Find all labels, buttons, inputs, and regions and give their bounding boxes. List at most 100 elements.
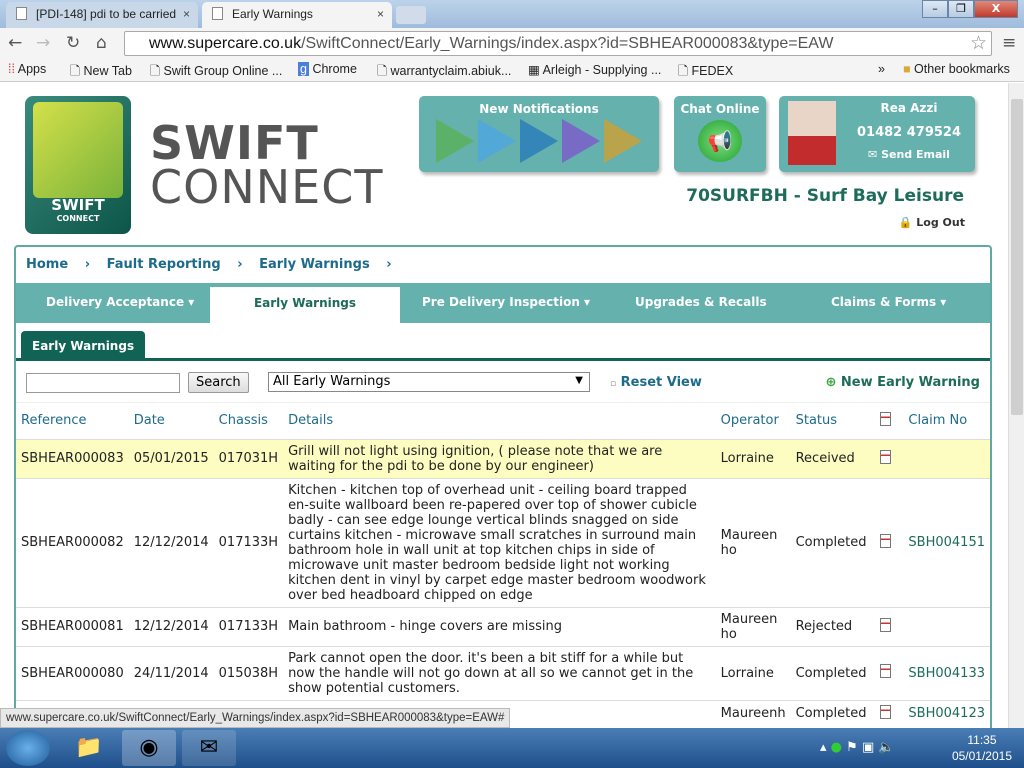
filter-bar: Search All Early Warnings ▼ ▫ Reset View … [16,361,990,403]
reset-view-link[interactable]: ▫ Reset View [610,375,702,390]
cell-status: Completed [790,699,875,727]
table-row[interactable]: SBHEAR000082 12/12/2014 017133H Kitchen - k… [16,477,990,607]
cell-details: Grill will not light using ignition, ( p… [283,438,716,478]
col-date[interactable]: Date [129,403,214,439]
cell-chassis: 017133H [213,606,284,646]
forward-icon[interactable]: → [36,33,50,53]
col-document [875,403,904,439]
laptop-icon[interactable] [478,119,516,163]
search-input[interactable] [26,373,180,393]
document-icon[interactable] [879,617,891,632]
tab-early-warnings[interactable]: Early Warnings × [202,2,392,28]
cell-document[interactable] [874,645,904,700]
bookmark-warrantyclaim[interactable]: 🗋 warrantyclaim.abiuk... [377,62,511,83]
cell-details: Kitchen - kitchen top of overhead unit -… [283,477,716,607]
logout-link[interactable]: 🔒 Log Out [899,216,965,229]
scrollbar-thumb[interactable] [1011,99,1023,415]
document-icon[interactable] [879,449,891,464]
close-tab-icon[interactable]: × [183,7,190,21]
col-status[interactable]: Status [791,403,875,439]
gears-icon[interactable] [562,119,600,163]
col-chassis[interactable]: Chassis [214,403,283,439]
main-panel: Home › Fault Reporting › Early Warnings … [14,245,992,728]
cell-claim-no[interactable] [903,438,990,478]
bookmark-swift-group[interactable]: 🗋 Swift Group Online ... [150,62,282,83]
nav-pre-delivery-inspection[interactable]: Pre Delivery Inspection ▾ [422,295,590,309]
bookmark-other[interactable]: ■ Other bookmarks [903,62,1010,76]
address-bar[interactable]: www.supercare.co.uk/SwiftConnect/Early_W… [124,31,992,56]
cell-document[interactable] [874,477,904,607]
cell-operator: Maureen ho [715,477,791,607]
cell-document[interactable] [874,606,904,646]
table-row[interactable]: SBHEAR000083 05/01/2015 017031H Grill will … [16,438,990,478]
cell-document[interactable] [874,699,904,727]
back-icon[interactable]: ← [8,33,22,53]
truck-icon[interactable] [520,119,558,163]
warning-filter-select[interactable]: All Early Warnings ▼ [268,372,590,392]
maximize-button[interactable]: ❐ [948,0,974,18]
menu-icon[interactable]: ≡ [1002,33,1016,53]
tools-icon[interactable] [604,119,642,163]
home-icon[interactable]: ⌂ [96,33,107,53]
bookmark-fedex[interactable]: 🗋 FEDEX [678,62,733,83]
cell-claim-no[interactable]: SBH004123 [903,699,990,727]
cell-claim-no[interactable] [903,606,990,646]
cell-chassis: 017031H [213,438,284,478]
nav-claims-forms[interactable]: Claims & Forms ▾ [831,295,946,309]
document-icon[interactable] [879,704,891,719]
subtab-early-warnings[interactable]: Early Warnings [21,331,146,361]
col-claim-no[interactable]: Claim No [903,403,990,439]
star-icon[interactable]: ☆ [970,32,987,55]
apps-icon: ⁞⁞ [8,62,18,76]
padlock-icon: 🔒 [898,216,913,229]
close-tab-icon[interactable]: × [377,7,384,21]
cell-claim-no[interactable]: SBH004133 [903,645,990,700]
cell-status: Completed [790,645,875,700]
taskbar-clock[interactable]: 11:35 05/01/2015 [952,732,1012,764]
nav-delivery-acceptance[interactable]: Delivery Acceptance ▾ [46,295,194,309]
explorer-taskbar-icon[interactable]: 📁 [62,730,116,766]
tray-expand-icon: ▴ [820,740,827,755]
page-content: SWIFT CONNECT SWIFT CONNECT New Notificati… [0,83,1008,728]
breadcrumb-early-warnings[interactable]: Early Warnings › [259,257,391,272]
outlook-taskbar-icon[interactable]: ✉ [182,730,236,766]
nav-early-warnings[interactable]: Early Warnings [210,287,400,323]
col-details[interactable]: Details [283,403,716,439]
bookmarks-overflow[interactable]: » [878,62,885,76]
nav-upgrades-recalls[interactable]: Upgrades & Recalls [635,295,767,309]
document-icon[interactable] [879,664,891,678]
reload-icon[interactable]: ↻ [66,33,80,53]
swift-connect-logo[interactable]: SWIFT CONNECT [25,96,131,234]
caravan-icon[interactable] [436,119,474,163]
megaphone-icon: 📢 [698,120,742,162]
system-tray[interactable]: ▴ ● ⚑ ▣ 🔈 [820,740,895,755]
table-row[interactable]: SBHEAR000080 24/11/2014 015038H Park cannot… [16,645,990,700]
chrome-taskbar-icon[interactable]: ◉ [122,730,176,766]
close-window-button[interactable]: X [974,0,1018,18]
cell-operator: Maureen ho [715,606,791,646]
send-email-link[interactable]: ✉ Send Email [849,148,969,161]
start-button[interactable] [6,730,50,766]
search-button[interactable]: Search [188,372,249,393]
page-scrollbar[interactable] [1008,83,1024,728]
cell-claim-no[interactable]: SBH004151 [903,477,990,607]
new-tab-button[interactable] [396,6,426,24]
bookmark-apps[interactable]: ⁞⁞ Apps [8,62,46,76]
cell-operator: Lorraine [715,438,791,478]
bookmark-chrome[interactable]: g Chrome [298,62,357,76]
cell-document[interactable] [874,438,904,478]
browser-toolbar: ← → ↻ ⌂ www.supercare.co.uk/SwiftConnect… [0,28,1024,58]
chat-online-button[interactable]: Chat Online 📢 [674,96,766,172]
document-icon[interactable] [879,533,891,548]
breadcrumb-fault-reporting[interactable]: Fault Reporting › [107,257,243,272]
col-operator[interactable]: Operator [716,403,791,439]
status-bar-url: www.supercare.co.uk/SwiftConnect/Early_W… [0,708,511,728]
breadcrumb-home[interactable]: Home › [26,257,90,272]
tab-pdi[interactable]: [PDI-148] pdi to be carried × [6,2,198,28]
new-early-warning-link[interactable]: ⊕ New Early Warning [825,375,980,390]
bookmark-arleigh[interactable]: ▦ Arleigh - Supplying ... [528,62,661,77]
table-row[interactable]: SBHEAR000081 12/12/2014 017133H Main bathro… [16,606,990,646]
col-reference[interactable]: Reference [16,403,129,439]
bookmark-new-tab[interactable]: 🗋 New Tab [70,62,132,83]
minimize-button[interactable]: – [922,0,948,18]
